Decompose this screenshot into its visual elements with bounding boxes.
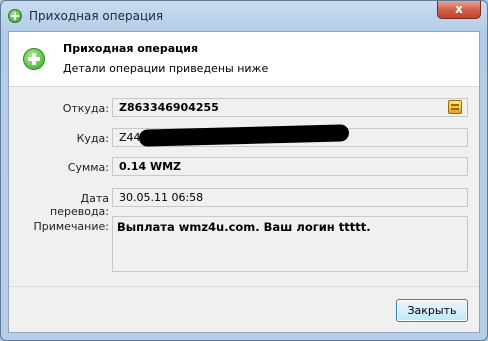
add-icon <box>8 9 22 23</box>
dialog-content: Приходная операция Детали операции приве… <box>8 31 480 333</box>
footer-divider <box>9 286 479 287</box>
dialog-window: Приходная операция x Приходная операция … <box>0 0 488 341</box>
title-bar: Приходная операция x <box>1 1 487 31</box>
note-field: Выплата wmz4u.com. Ваш логин ttttt. <box>112 216 468 272</box>
window-title: Приходная операция <box>29 9 164 23</box>
from-field: Z863346904255 <box>112 98 468 117</box>
add-icon <box>23 48 45 70</box>
note-label: Примечание: <box>33 220 109 233</box>
from-label: Откуда: <box>62 102 109 115</box>
close-button[interactable]: Закрыть <box>396 299 468 322</box>
amount-label: Сумма: <box>67 161 109 174</box>
header-title: Приходная операция <box>63 42 199 55</box>
dialog-header: Приходная операция Детали операции приве… <box>9 32 479 87</box>
header-subtitle: Детали операции приведены ниже <box>63 62 269 75</box>
window-close-button[interactable]: x <box>437 1 481 19</box>
date-label: Дата перевода: <box>50 192 109 218</box>
purse-icon[interactable] <box>448 100 462 114</box>
amount-field: 0.14 WMZ <box>112 157 468 176</box>
to-label: Куда: <box>76 132 109 145</box>
date-field: 30.05.11 06:58 <box>112 188 468 207</box>
